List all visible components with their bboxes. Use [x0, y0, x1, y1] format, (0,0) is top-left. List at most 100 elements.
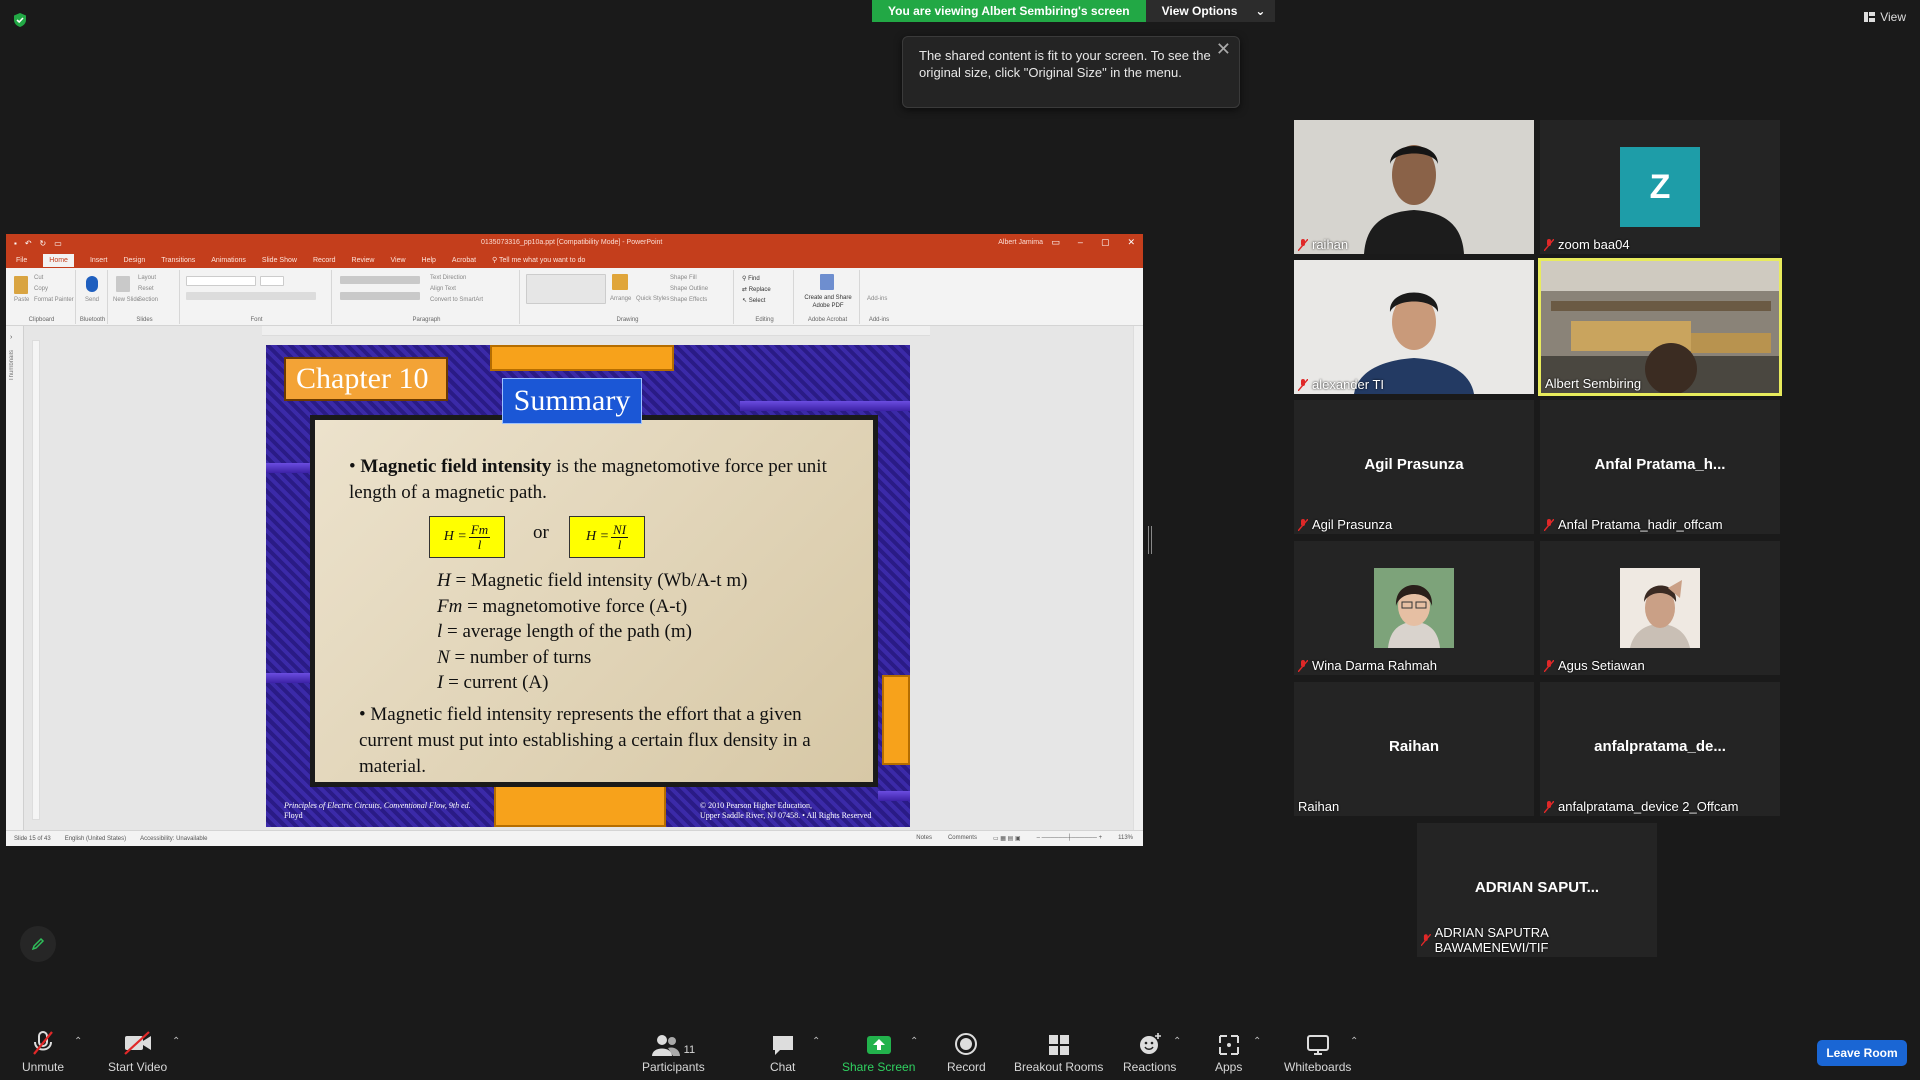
accessibility-status[interactable]: Accessibility: Unavailable — [140, 836, 207, 842]
participant-tile[interactable]: anfalpratama_de... anfalpratama_device 2… — [1540, 682, 1780, 816]
save-icon[interactable]: ▪ — [14, 239, 17, 248]
tab-file[interactable]: File — [16, 257, 27, 264]
participant-tile[interactable]: alexander TI — [1294, 260, 1534, 394]
tab-insert[interactable]: Insert — [90, 257, 108, 264]
send-label[interactable]: Send — [85, 297, 99, 303]
find-button[interactable]: ⚲ Find — [742, 275, 760, 282]
leave-room-button[interactable]: Leave Room — [1817, 1040, 1907, 1066]
new-slide-label[interactable]: New Slide — [113, 297, 140, 303]
reset-label[interactable]: Reset — [138, 286, 154, 292]
resize-splitter-handle[interactable] — [1148, 526, 1152, 554]
reactions-button[interactable]: Reactions — [1123, 1030, 1176, 1074]
shapes-gallery[interactable] — [526, 274, 606, 304]
participant-tile[interactable]: Z zoom baa04 — [1540, 120, 1780, 254]
tab-acrobat[interactable]: Acrobat — [452, 257, 476, 264]
participant-tile[interactable]: Anfal Pratama_h... Anfal Pratama_hadir_o… — [1540, 400, 1780, 534]
vertical-scrollbar[interactable] — [1133, 326, 1143, 830]
cut-label[interactable]: Cut — [34, 275, 43, 281]
tab-transitions[interactable]: Transitions — [161, 257, 195, 264]
participant-tile-active-speaker[interactable]: Albert Sembiring — [1538, 258, 1782, 396]
add-ins-label[interactable]: Add-ins — [867, 296, 887, 302]
create-share-pdf-label[interactable]: Create and Share Adobe PDF — [798, 294, 858, 310]
unmute-button[interactable]: Unmute — [22, 1030, 64, 1074]
shape-effects-label[interactable]: Shape Effects — [670, 297, 707, 303]
apps-button[interactable]: Apps — [1215, 1030, 1242, 1074]
shape-fill-label[interactable]: Shape Fill — [670, 275, 697, 281]
paste-icon[interactable] — [14, 276, 28, 294]
shape-outline-label[interactable]: Shape Outline — [670, 286, 708, 292]
thumbnails-pane-collapsed[interactable]: › Thumbnails — [6, 326, 24, 830]
arrange-icon[interactable] — [612, 274, 628, 290]
quick-styles-label[interactable]: Quick Styles — [636, 296, 669, 302]
ribbon-display-icon[interactable]: ▭ — [1051, 237, 1060, 248]
start-video-button[interactable]: Start Video — [108, 1030, 167, 1074]
zoom-level[interactable]: 113% — [1118, 835, 1133, 842]
redo-icon[interactable]: ↻ — [40, 239, 47, 248]
view-button[interactable]: View — [1864, 10, 1906, 24]
paste-label[interactable]: Paste — [14, 297, 29, 303]
tab-help[interactable]: Help — [422, 257, 436, 264]
participant-tile[interactable]: Agus Setiawan — [1540, 541, 1780, 675]
participant-tile[interactable]: Wina Darma Rahmah — [1294, 541, 1534, 675]
align-buttons[interactable] — [340, 292, 420, 300]
audio-options-caret[interactable]: ⌃ — [74, 1036, 82, 1047]
close-window-icon[interactable]: ✕ — [1127, 237, 1135, 248]
reactions-options-caret[interactable]: ⌃ — [1173, 1036, 1181, 1047]
pdf-icon[interactable] — [820, 274, 834, 290]
tab-design[interactable]: Design — [123, 257, 145, 264]
font-name-box[interactable] — [186, 276, 256, 286]
start-slideshow-icon[interactable]: ▭ — [54, 239, 62, 248]
whiteboards-options-caret[interactable]: ⌃ — [1350, 1036, 1358, 1047]
language-status[interactable]: English (United States) — [65, 836, 126, 842]
tab-home[interactable]: Home — [43, 253, 74, 267]
font-size-box[interactable] — [260, 276, 284, 286]
undo-icon[interactable]: ↶ — [25, 239, 32, 248]
video-options-caret[interactable]: ⌃ — [172, 1036, 180, 1047]
replace-button[interactable]: ⇄ Replace — [742, 286, 771, 293]
tab-view[interactable]: View — [390, 257, 405, 264]
close-icon[interactable]: ✕ — [1216, 40, 1231, 58]
share-screen-button[interactable]: Share Screen — [842, 1030, 915, 1074]
convert-smartart-label[interactable]: Convert to SmartArt — [430, 297, 483, 303]
expand-thumbnails-icon[interactable]: › — [10, 334, 12, 341]
tab-slide-show[interactable]: Slide Show — [262, 257, 297, 264]
font-format-buttons[interactable] — [186, 292, 316, 300]
whiteboards-button[interactable]: Whiteboards — [1284, 1030, 1351, 1074]
maximize-icon[interactable]: ▢ — [1101, 237, 1110, 248]
participants-button[interactable]: 11 Participants — [642, 1030, 705, 1074]
tab-record[interactable]: Record — [313, 257, 336, 264]
share-options-caret[interactable]: ⌃ — [910, 1036, 918, 1047]
tell-me-search[interactable]: ⚲ Tell me what you want to do — [492, 256, 585, 264]
notes-button[interactable]: Notes — [916, 835, 932, 842]
chat-button[interactable]: Chat — [770, 1030, 795, 1074]
annotate-pencil-button[interactable] — [20, 926, 56, 962]
security-shield-icon[interactable] — [12, 12, 28, 28]
zoom-slider[interactable]: – ──────┼────── + — [1037, 835, 1102, 842]
text-direction-label[interactable]: Text Direction — [430, 275, 466, 281]
format-painter-label[interactable]: Format Painter — [34, 297, 74, 303]
layout-label[interactable]: Layout — [138, 275, 156, 281]
slide-15[interactable]: Chapter 10 • Magnetic field intensity is… — [266, 345, 910, 827]
arrange-label[interactable]: Arrange — [610, 296, 631, 302]
minimize-icon[interactable]: – — [1078, 237, 1083, 248]
bluetooth-icon[interactable] — [86, 276, 98, 292]
apps-options-caret[interactable]: ⌃ — [1253, 1036, 1261, 1047]
chat-options-caret[interactable]: ⌃ — [812, 1036, 820, 1047]
participant-tile[interactable]: Agil Prasunza Agil Prasunza — [1294, 400, 1534, 534]
tab-animations[interactable]: Animations — [211, 257, 246, 264]
align-text-label[interactable]: Align Text — [430, 286, 456, 292]
list-buttons[interactable] — [340, 276, 420, 284]
copy-label[interactable]: Copy — [34, 286, 48, 292]
record-button[interactable]: Record — [947, 1030, 986, 1074]
comments-button[interactable]: Comments — [948, 835, 977, 842]
view-options-button[interactable]: View Options ⌄ — [1145, 0, 1276, 22]
select-button[interactable]: ↖ Select — [742, 297, 765, 304]
participant-tile[interactable]: raihan — [1294, 120, 1534, 254]
participant-tile[interactable]: ADRIAN SAPUT... ADRIAN SAPUTRA BAWAMENEW… — [1417, 823, 1657, 957]
view-mode-buttons[interactable]: ▭ ▦ ▤ ▣ — [993, 835, 1021, 842]
participant-tile[interactable]: Raihan Raihan — [1294, 682, 1534, 816]
breakout-rooms-button[interactable]: Breakout Rooms — [1014, 1030, 1103, 1074]
new-slide-icon[interactable] — [116, 276, 130, 292]
section-label[interactable]: Section — [138, 297, 158, 303]
tab-review[interactable]: Review — [352, 257, 375, 264]
